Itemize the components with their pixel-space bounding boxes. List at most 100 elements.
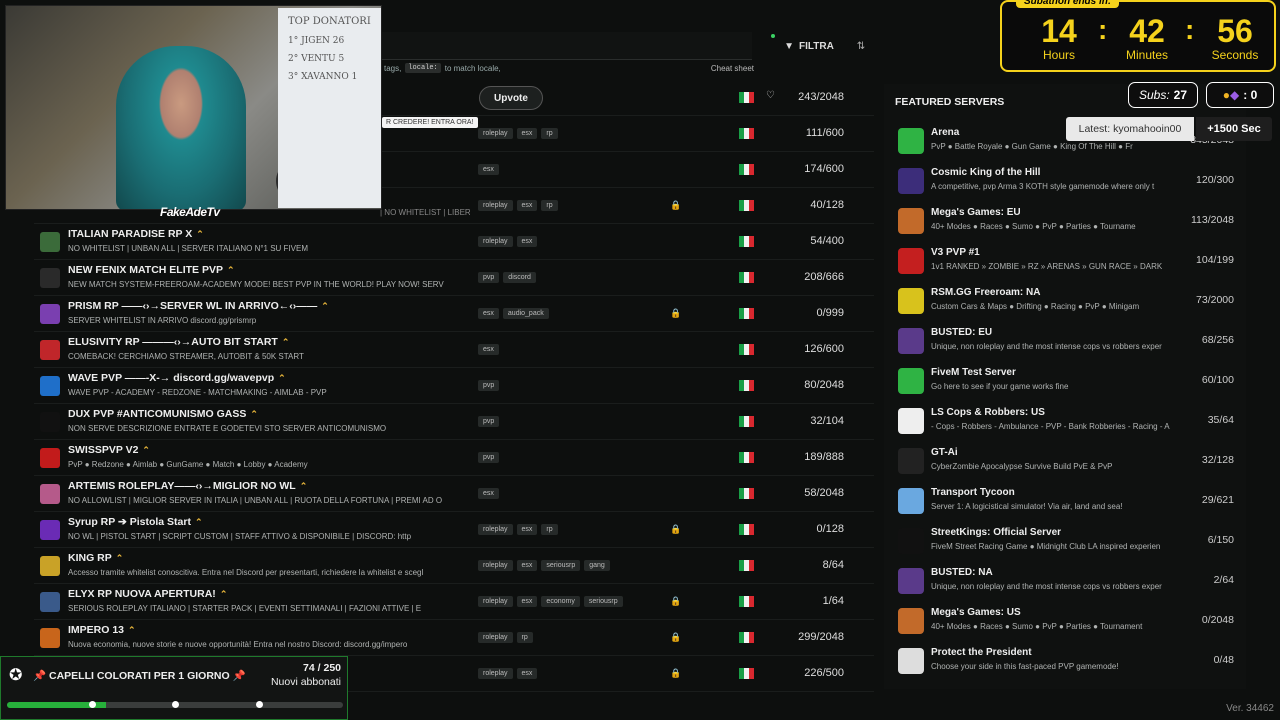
- bits-gem-icon: ◆: [1230, 88, 1240, 102]
- featured-server-row[interactable]: Mega's Games: EU 40+ Modes ● Races ● Sumo…: [884, 202, 1246, 242]
- player-count: 126/600: [804, 343, 844, 355]
- tag-list: esx audio_pack: [478, 308, 549, 319]
- tag-badge[interactable]: esx: [516, 560, 538, 571]
- timer-hours-value: 14: [1041, 13, 1077, 49]
- server-row[interactable]: SWISSPVP V2 ⌃ PvP ● Redzone ● Aimlab ● Gun…: [34, 440, 874, 476]
- tag-badge[interactable]: roleplay: [478, 236, 513, 247]
- featured-count: 29/621: [1201, 494, 1234, 506]
- tag-badge[interactable]: esx: [516, 128, 538, 139]
- tag-badge[interactable]: roleplay: [478, 632, 513, 643]
- featured-name: Transport Tycoon: [931, 487, 1015, 498]
- tag-badge[interactable]: audio_pack: [502, 308, 549, 319]
- featured-desc: 40+ Modes ● Races ● Sumo ● PvP ● Parties…: [931, 622, 1143, 631]
- boost-icon: ⌃: [196, 229, 204, 239]
- server-logo-icon: [40, 412, 60, 432]
- featured-server-row[interactable]: Protect the President Choose your side in…: [884, 642, 1246, 682]
- tag-badge[interactable]: pvp: [478, 380, 500, 391]
- tag-badge[interactable]: esx: [516, 668, 538, 679]
- tag-badge[interactable]: seriousrp: [541, 560, 581, 571]
- server-logo-icon: [40, 232, 60, 252]
- tag-badge[interactable]: esx: [516, 596, 538, 607]
- italy-flag-icon: [739, 524, 754, 535]
- tag-badge[interactable]: roleplay: [478, 596, 513, 607]
- server-row[interactable]: ELYX RP NUOVA APERTURA! ⌃ SERIOUS ROLEPLAY…: [34, 584, 874, 620]
- server-row[interactable]: PRISM RP ——‹›→SERVER WL IN ARRIVO←‹›—— ⌃ S…: [34, 296, 874, 332]
- streamer-image: [116, 46, 246, 209]
- tag-badge[interactable]: rp: [541, 128, 558, 139]
- search-input[interactable]: [380, 32, 752, 60]
- tag-badge[interactable]: pvp: [478, 452, 500, 463]
- server-row[interactable]: ARTEMIS ROLEPLAY——‹›→MIGLIOR NO WL ⌃ NO AL…: [34, 476, 874, 512]
- goal-marker: [172, 701, 179, 708]
- tag-badge[interactable]: gang: [584, 560, 610, 571]
- featured-server-row[interactable]: LS Cops & Robbers: US - Cops - Robbers - …: [884, 402, 1246, 442]
- tag-badge[interactable]: esx: [478, 488, 499, 499]
- server-row[interactable]: WAVE PVP ——-X-→ discord.gg/wavepvp ⌃ WAVE …: [34, 368, 874, 404]
- tag-badge[interactable]: esx: [516, 236, 538, 247]
- upvote-button[interactable]: Upvote: [479, 86, 543, 110]
- player-count: 226/500: [804, 667, 844, 679]
- server-row[interactable]: Syrup RP ➔ Pistola Start ⌃ NO WL | PISTOL …: [34, 512, 874, 548]
- featured-desc: Unique, non roleplay and the most intens…: [931, 342, 1162, 351]
- server-row[interactable]: ELUSIVITY RP ———‹›→AUTO BIT START ⌃ COMEBA…: [34, 332, 874, 368]
- featured-logo-icon: [898, 168, 924, 194]
- cheat-sheet-link[interactable]: Cheat sheet: [711, 64, 754, 73]
- filter-button[interactable]: ▼ FILTRA: [778, 34, 840, 58]
- featured-server-row[interactable]: GT-Ai CyberZombie Apocalypse Survive Buil…: [884, 442, 1246, 482]
- hint-locale-kbd: locale:: [405, 63, 441, 73]
- tag-badge[interactable]: roleplay: [478, 128, 513, 139]
- featured-name: BUSTED: NA: [931, 567, 993, 578]
- tag-badge[interactable]: esx: [516, 200, 538, 211]
- featured-logo-icon: [898, 528, 924, 554]
- featured-desc: - Cops - Robbers - Ambulance - PVP - Ban…: [931, 422, 1170, 431]
- tag-badge[interactable]: roleplay: [478, 200, 513, 211]
- tag-badge[interactable]: esx: [516, 524, 538, 535]
- player-count: 58/2048: [804, 487, 844, 499]
- featured-server-row[interactable]: StreetKings: Official Server FiveM Street…: [884, 522, 1246, 562]
- server-logo-icon: [40, 448, 60, 468]
- server-row[interactable]: DUX PVP #ANTICOMUNISMO GASS ⌃ NON SERVE DE…: [34, 404, 874, 440]
- filter-label: FILTRA: [799, 40, 834, 52]
- tag-badge[interactable]: roleplay: [478, 560, 513, 571]
- featured-server-row[interactable]: BUSTED: NA Unique, non roleplay and the m…: [884, 562, 1246, 602]
- server-row[interactable]: ITALIAN PARADISE RP X ⌃ NO WHITELIST | UNB…: [34, 224, 874, 260]
- player-count: 111/600: [805, 127, 844, 139]
- server-desc: COMEBACK! CERCHIAMO STREAMER, AUTOBIT & …: [68, 352, 304, 361]
- tag-badge[interactable]: esx: [478, 344, 499, 355]
- tag-badge[interactable]: pvp: [478, 272, 500, 283]
- tag-badge[interactable]: esx: [478, 308, 499, 319]
- timer-hours: 14 Hours: [1024, 14, 1094, 62]
- featured-server-row[interactable]: Mega's Games: US 40+ Modes ● Races ● Sumo…: [884, 602, 1246, 642]
- featured-server-row[interactable]: BUSTED: EU Unique, non roleplay and the m…: [884, 322, 1246, 362]
- tag-list: esx: [478, 164, 499, 175]
- tag-badge[interactable]: pvp: [478, 416, 500, 427]
- featured-server-row[interactable]: Cosmic King of the Hill A competitive, pv…: [884, 162, 1246, 202]
- tag-badge[interactable]: economy: [541, 596, 580, 607]
- featured-server-row[interactable]: V3 PVP #1 1v1 RANKED » ZOMBIE » RZ » AREN…: [884, 242, 1246, 282]
- featured-count: 0/48: [1213, 654, 1234, 666]
- server-row[interactable]: KING RP ⌃ Accesso tramite whitelist conosc…: [34, 548, 874, 584]
- tag-badge[interactable]: rp: [541, 524, 558, 535]
- tag-badge[interactable]: roleplay: [478, 524, 513, 535]
- server-row[interactable]: IMPERO 13 ⌃ Nuova economia, nuove storie e…: [34, 620, 874, 656]
- server-row[interactable]: NEW FENIX MATCH ELITE PVP ⌃ NEW MATCH SYST…: [34, 260, 874, 296]
- tag-list: pvp: [478, 416, 500, 427]
- boost-icon: ⌃: [219, 589, 228, 599]
- featured-desc: CyberZombie Apocalypse Survive Build PvE…: [931, 462, 1113, 471]
- status-dot: [771, 34, 775, 38]
- featured-server-row[interactable]: FiveM Test Server Go here to see if your …: [884, 362, 1246, 402]
- tag-badge[interactable]: roleplay: [478, 668, 513, 679]
- tag-badge[interactable]: rp: [516, 632, 533, 643]
- featured-name: V3 PVP #1: [931, 247, 980, 258]
- tag-badge[interactable]: discord: [503, 272, 536, 283]
- tag-badge[interactable]: rp: [541, 200, 558, 211]
- featured-count: 120/300: [1196, 174, 1234, 186]
- featured-server-row[interactable]: RSM.GG Freeroam: NA Custom Cars & Maps ● …: [884, 282, 1246, 322]
- lock-icon: 🔒: [670, 668, 682, 678]
- player-count: 243/2048: [798, 91, 844, 103]
- tag-badge[interactable]: seriousrp: [583, 596, 623, 607]
- tag-badge[interactable]: esx: [478, 164, 499, 175]
- featured-server-row[interactable]: Transport Tycoon Server 1: A logicistical…: [884, 482, 1246, 522]
- tag-list: roleplay esx rp: [478, 128, 558, 139]
- sort-button[interactable]: ⇅: [850, 34, 872, 58]
